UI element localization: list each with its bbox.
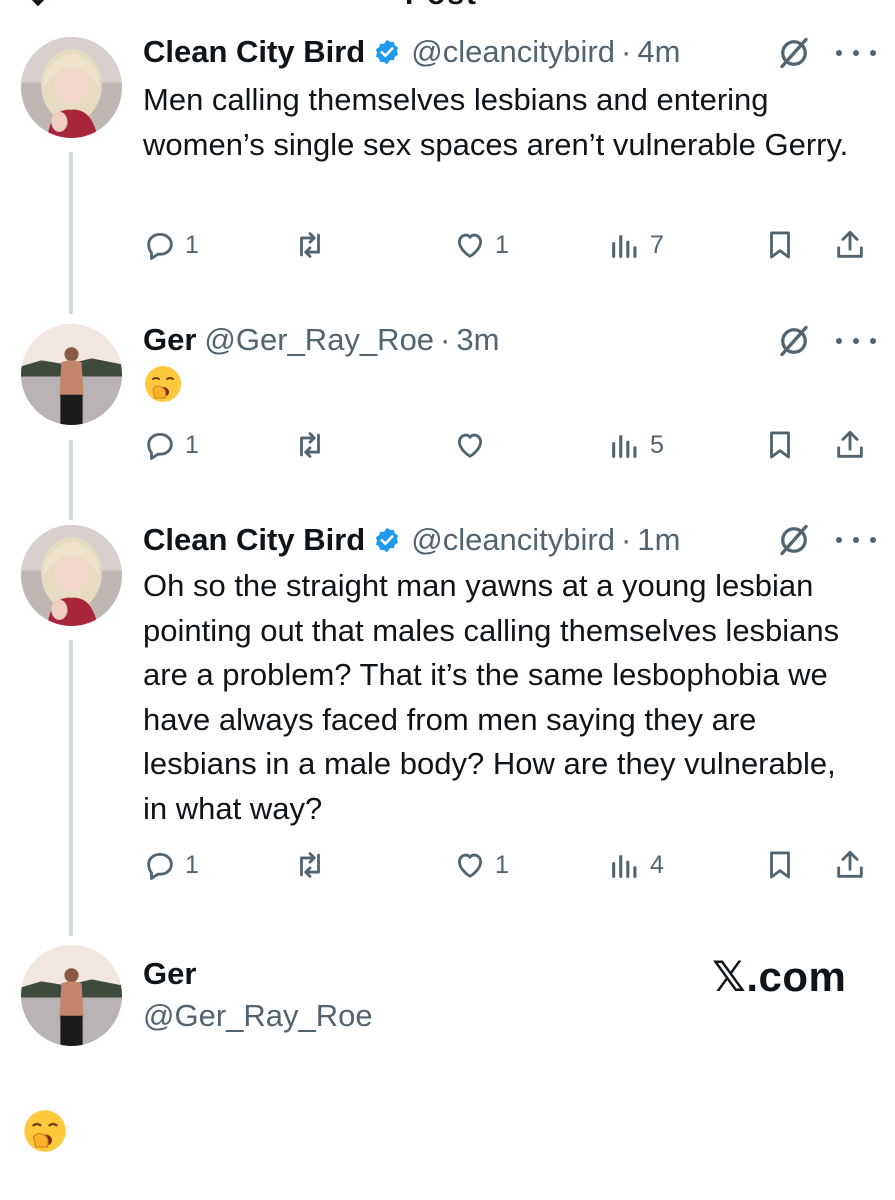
- tweet-text: Oh so the straight man yawns at a young …: [143, 568, 840, 826]
- reply-button[interactable]: 1: [143, 225, 199, 265]
- reply-count: 1: [185, 430, 199, 459]
- author-name[interactable]: Clean City Bird: [143, 34, 365, 70]
- avatar-cleancitybird[interactable]: [21, 525, 122, 626]
- views-button[interactable]: 4: [608, 845, 664, 885]
- reply-icon: [147, 232, 173, 260]
- verified-badge-icon: [376, 39, 399, 65]
- grok-icon[interactable]: [776, 323, 812, 359]
- like-count: 1: [495, 230, 509, 259]
- author-name[interactable]: Ger: [143, 322, 196, 358]
- author-handle[interactable]: @Ger_Ray_Roe: [143, 998, 373, 1034]
- like-icon: [457, 433, 483, 458]
- like-button[interactable]: [453, 425, 495, 465]
- repost-button[interactable]: [293, 845, 335, 885]
- separator-dot: ·: [621, 522, 632, 557]
- like-button[interactable]: 1: [453, 845, 509, 885]
- repost-icon: [300, 232, 320, 258]
- bookmark-button[interactable]: [763, 845, 805, 885]
- tweet-header: Clean City Bird @cleancitybird · 4m: [143, 32, 680, 72]
- author-name[interactable]: Ger: [143, 956, 196, 992]
- like-button[interactable]: 1: [453, 225, 509, 265]
- separator-dot: ·: [440, 322, 451, 357]
- thread-line: [69, 640, 73, 936]
- tweet-time[interactable]: 4m: [637, 34, 680, 70]
- share-button[interactable]: [833, 425, 875, 465]
- thread-line: [69, 152, 73, 314]
- like-icon: [457, 233, 483, 258]
- share-icon: [837, 430, 863, 458]
- top-title-fragment: Post: [405, 0, 478, 10]
- tweet-time[interactable]: 1m: [637, 522, 680, 558]
- avatar-cleancitybird[interactable]: [21, 37, 122, 138]
- views-icon: [612, 234, 637, 258]
- share-button[interactable]: [833, 225, 875, 265]
- views-button[interactable]: 7: [608, 225, 664, 265]
- views-icon: [612, 434, 637, 458]
- more-icon[interactable]: [836, 530, 876, 550]
- tweet-header: Clean City Bird @cleancitybird · 1m: [143, 520, 680, 560]
- grok-icon[interactable]: [776, 522, 812, 558]
- repost-button[interactable]: [293, 425, 335, 465]
- like-count: 1: [495, 850, 509, 879]
- reply-count: 1: [185, 850, 199, 879]
- thread-line: [69, 440, 73, 520]
- tweet-actions: 1 1 7: [143, 225, 873, 265]
- share-icon: [837, 850, 863, 878]
- tweet-text: 🥱: [143, 364, 863, 417]
- author-handle[interactable]: @cleancitybird: [411, 522, 615, 558]
- bookmark-button[interactable]: [763, 425, 805, 465]
- reply-count: 1: [185, 230, 199, 259]
- share-icon: [837, 230, 863, 258]
- more-icon[interactable]: [836, 331, 876, 351]
- bookmark-button[interactable]: [763, 225, 805, 265]
- x-com-watermark: 𝕏.com: [712, 953, 847, 1000]
- grok-icon[interactable]: [776, 35, 812, 71]
- like-icon: [457, 853, 483, 878]
- tweet-text: Men calling themselves lesbians and ente…: [143, 82, 849, 162]
- yawning-face-emoji: [145, 366, 181, 402]
- tweet-actions: 1 5: [143, 425, 873, 465]
- yawning-face-emoji: [24, 1110, 66, 1152]
- tweet-time[interactable]: 3m: [456, 322, 499, 358]
- bookmark-icon: [770, 231, 790, 259]
- tweet-header: Ger @Ger_Ray_Roe · 3m: [143, 320, 499, 360]
- separator-dot: ·: [621, 34, 632, 69]
- views-icon: [612, 854, 637, 878]
- views-count: 5: [650, 430, 664, 459]
- top-bar-fragment: Post: [0, 0, 895, 10]
- author-name[interactable]: Clean City Bird: [143, 522, 365, 558]
- author-handle[interactable]: @cleancitybird: [411, 34, 615, 70]
- more-icon[interactable]: [836, 43, 876, 63]
- repost-icon: [300, 852, 320, 878]
- avatar-ger[interactable]: [21, 945, 122, 1046]
- repost-button[interactable]: [293, 225, 335, 265]
- reply-icon: [147, 432, 173, 460]
- author-handle[interactable]: @Ger_Ray_Roe: [204, 322, 434, 358]
- views-count: 7: [650, 230, 664, 259]
- reply-icon: [147, 852, 173, 880]
- repost-icon: [300, 432, 320, 458]
- bookmark-icon: [770, 431, 790, 459]
- views-button[interactable]: 5: [608, 425, 664, 465]
- views-count: 4: [650, 850, 664, 879]
- reply-button[interactable]: 1: [143, 425, 199, 465]
- share-button[interactable]: [833, 845, 875, 885]
- verified-badge-icon: [376, 527, 399, 553]
- bookmark-icon: [770, 851, 790, 879]
- avatar-ger[interactable]: [21, 324, 122, 425]
- reply-button[interactable]: 1: [143, 845, 199, 885]
- back-arrow-icon[interactable]: [23, 0, 53, 7]
- tweet-actions: 1 1 4: [143, 845, 873, 885]
